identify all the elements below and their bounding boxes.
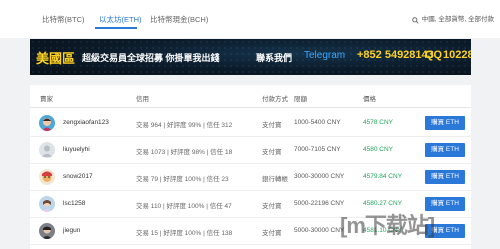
buy-eth-button[interactable]: 購買 ETH	[425, 116, 465, 130]
price: 4578 CNY	[363, 119, 393, 126]
header-limit: 限額	[294, 96, 307, 103]
search-icon	[412, 16, 419, 24]
seller-credit: 交易 964 | 好評度 99% | 信任 312	[136, 122, 233, 129]
seller-name[interactable]: lsc1258	[63, 200, 85, 207]
table-row: snow2017 交易 79 | 好評度 100% | 信任 23 銀行轉帳 3…	[30, 164, 471, 191]
seller-name[interactable]: liuyuelyhi	[63, 146, 90, 153]
seller-credit: 交易 110 | 好評度 100% | 信任 47	[136, 203, 232, 210]
table-header: 賣家 信用 付款方式 限額 價格	[30, 85, 471, 108]
banner-contact-label: 聯系我們	[256, 53, 293, 63]
top-navigation: 比特幣(BTC) 以太坊(ETH) 比特幣現金(BCH) 中國, 全部貨幣, 全…	[0, 0, 500, 38]
payment-method: 支付寶	[262, 230, 282, 237]
banner-qq-number: 1022836491	[443, 49, 471, 61]
trade-limit: 7000-7105 CNY	[294, 146, 341, 153]
buy-eth-button[interactable]: 購買 ETH	[425, 170, 465, 184]
trade-limit: 5000-30000 CNY	[294, 227, 345, 234]
header-price: 價格	[363, 96, 376, 103]
seller-name[interactable]: zengxiaofan123	[63, 119, 109, 126]
promo-banner[interactable]: 美國區 超級交易員全球招募 你掛單我出錢 聯系我們 Telegram +852 …	[30, 39, 471, 75]
seller-credit: 交易 79 | 好評度 100% | 信任 23	[136, 176, 229, 183]
filter-search[interactable]: 中國, 全部貨幣, 全部付款	[412, 13, 494, 27]
seller-credit: 交易 1073 | 好評度 98% | 信任 18	[136, 149, 233, 156]
filter-label: 中國, 全部貨幣, 全部付款	[421, 16, 494, 23]
price: 4580.27 CNY	[363, 200, 403, 207]
seller-credit: 交易 15 | 好評度 100% | 信任 138	[136, 230, 233, 237]
banner-telegram-label: Telegram	[304, 50, 346, 61]
payment-method: 支付寶	[262, 149, 282, 156]
buy-eth-button[interactable]: 購買 ETH	[425, 143, 465, 157]
avatar[interactable]	[39, 223, 55, 239]
header-credit: 信用	[136, 96, 149, 103]
payment-method: 銀行轉帳	[262, 176, 288, 183]
avatar[interactable]	[39, 169, 55, 185]
trade-limit: 1000-5400 CNY	[294, 119, 341, 126]
table-row: liuyuelyhi 交易 1073 | 好評度 98% | 信任 18 支付寶…	[30, 137, 471, 164]
price: 4579.84 CNY	[363, 173, 403, 180]
avatar[interactable]	[39, 196, 55, 212]
site-watermark: [m下载站]	[340, 213, 435, 238]
payment-method: 支付寶	[262, 122, 282, 129]
banner-slogan: 超級交易員全球招募 你掛單我出錢	[82, 53, 220, 63]
price: 4580 CNY	[363, 146, 393, 153]
banner-phone: +852 54928143	[357, 49, 434, 61]
seller-name[interactable]: snow2017	[63, 173, 93, 180]
trade-limit: 3000-30000 CNY	[294, 173, 345, 180]
seller-name[interactable]: jiegun	[63, 227, 80, 234]
header-seller: 賣家	[40, 96, 53, 103]
tab-bch[interactable]: 比特幣現金(BCH)	[148, 14, 210, 26]
banner-qq-label: QQ	[425, 49, 443, 61]
header-payment-method: 付款方式	[262, 96, 288, 103]
tab-btc[interactable]: 比特幣(BTC)	[40, 14, 87, 26]
avatar[interactable]	[39, 142, 55, 158]
avatar[interactable]	[39, 115, 55, 131]
active-tab-indicator	[95, 27, 137, 29]
trade-limit: 5000-22196 CNY	[294, 200, 345, 207]
payment-method: 支付寶	[262, 203, 282, 210]
table-row: zengxiaofan123 交易 964 | 好評度 99% | 信任 312…	[30, 110, 471, 137]
banner-region: 美國區	[36, 51, 76, 66]
tab-eth[interactable]: 以太坊(ETH)	[97, 14, 144, 26]
